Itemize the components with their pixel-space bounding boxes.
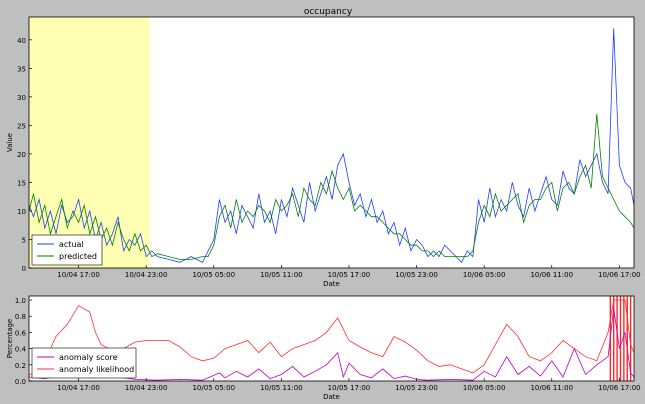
y-tick-label: 0.0 <box>15 378 26 386</box>
y-tick-label: 15 <box>17 179 26 187</box>
y-tick-label: 20 <box>17 151 26 159</box>
x-tick-label: 10/05 17:00 <box>328 384 371 392</box>
value-panel: 0 5 10 15 20 25 30 35 40 10/04 17:00 10/04 23:00 10… <box>6 16 641 288</box>
x-tick-label: 10/06 05:00 <box>463 271 506 279</box>
x-tick-label: 10/06 05:00 <box>463 384 506 392</box>
x-axis-label: Date <box>323 393 340 401</box>
y-tick-label: 0.2 <box>15 362 26 370</box>
y-tick-label: 40 <box>17 37 26 45</box>
x-tick-label: 10/04 23:00 <box>125 384 168 392</box>
y-tick-label: 35 <box>17 65 26 73</box>
x-tick-label: 10/05 23:00 <box>395 271 438 279</box>
x-tick-label: 10/06 17:00 <box>598 384 641 392</box>
legend-label: anomaly score <box>59 353 118 362</box>
x-tick-label: 10/06 17:00 <box>598 271 641 279</box>
legend-label: actual <box>59 240 84 249</box>
y-axis-label: Value <box>6 133 14 152</box>
x-tick-label: 10/05 11:00 <box>260 271 303 279</box>
x-tick-label: 10/04 17:00 <box>57 384 100 392</box>
y-axis-label: Percentage <box>6 319 14 358</box>
x-tick-label: 10/05 11:00 <box>260 384 303 392</box>
y-tick-label: 5 <box>22 236 26 244</box>
chart-title: occupancy <box>304 7 353 17</box>
x-tick-label: 10/06 11:00 <box>530 271 573 279</box>
y-tick-label: 0.6 <box>15 329 27 337</box>
y-tick-label: 1.0 <box>15 297 26 305</box>
legend: actual predicted <box>31 234 103 266</box>
x-tick-label: 10/04 23:00 <box>125 271 168 279</box>
y-tick-label: 25 <box>17 122 26 130</box>
legend: anomaly score anomaly likelihood <box>31 347 137 379</box>
legend-label: anomaly likelihood <box>59 365 134 374</box>
figure: occupancy 0 5 10 15 20 25 30 35 40 10/04 17:00 10/… <box>0 0 645 404</box>
y-tick-label: 10 <box>17 208 26 216</box>
x-tick-label: 10/05 05:00 <box>192 271 235 279</box>
x-tick-label: 10/04 17:00 <box>57 271 100 279</box>
y-tick-label: 30 <box>17 94 26 102</box>
x-tick-label: 10/06 11:00 <box>530 384 573 392</box>
y-tick-label: 0.8 <box>15 313 26 321</box>
x-axis-label: Date <box>323 280 340 288</box>
y-tick-label: 0.4 <box>15 346 27 354</box>
legend-label: predicted <box>59 252 97 261</box>
x-tick-label: 10/05 17:00 <box>328 271 371 279</box>
x-tick-label: 10/05 05:00 <box>192 384 235 392</box>
x-tick-label: 10/05 23:00 <box>395 384 438 392</box>
y-tick-label: 0 <box>22 265 26 273</box>
